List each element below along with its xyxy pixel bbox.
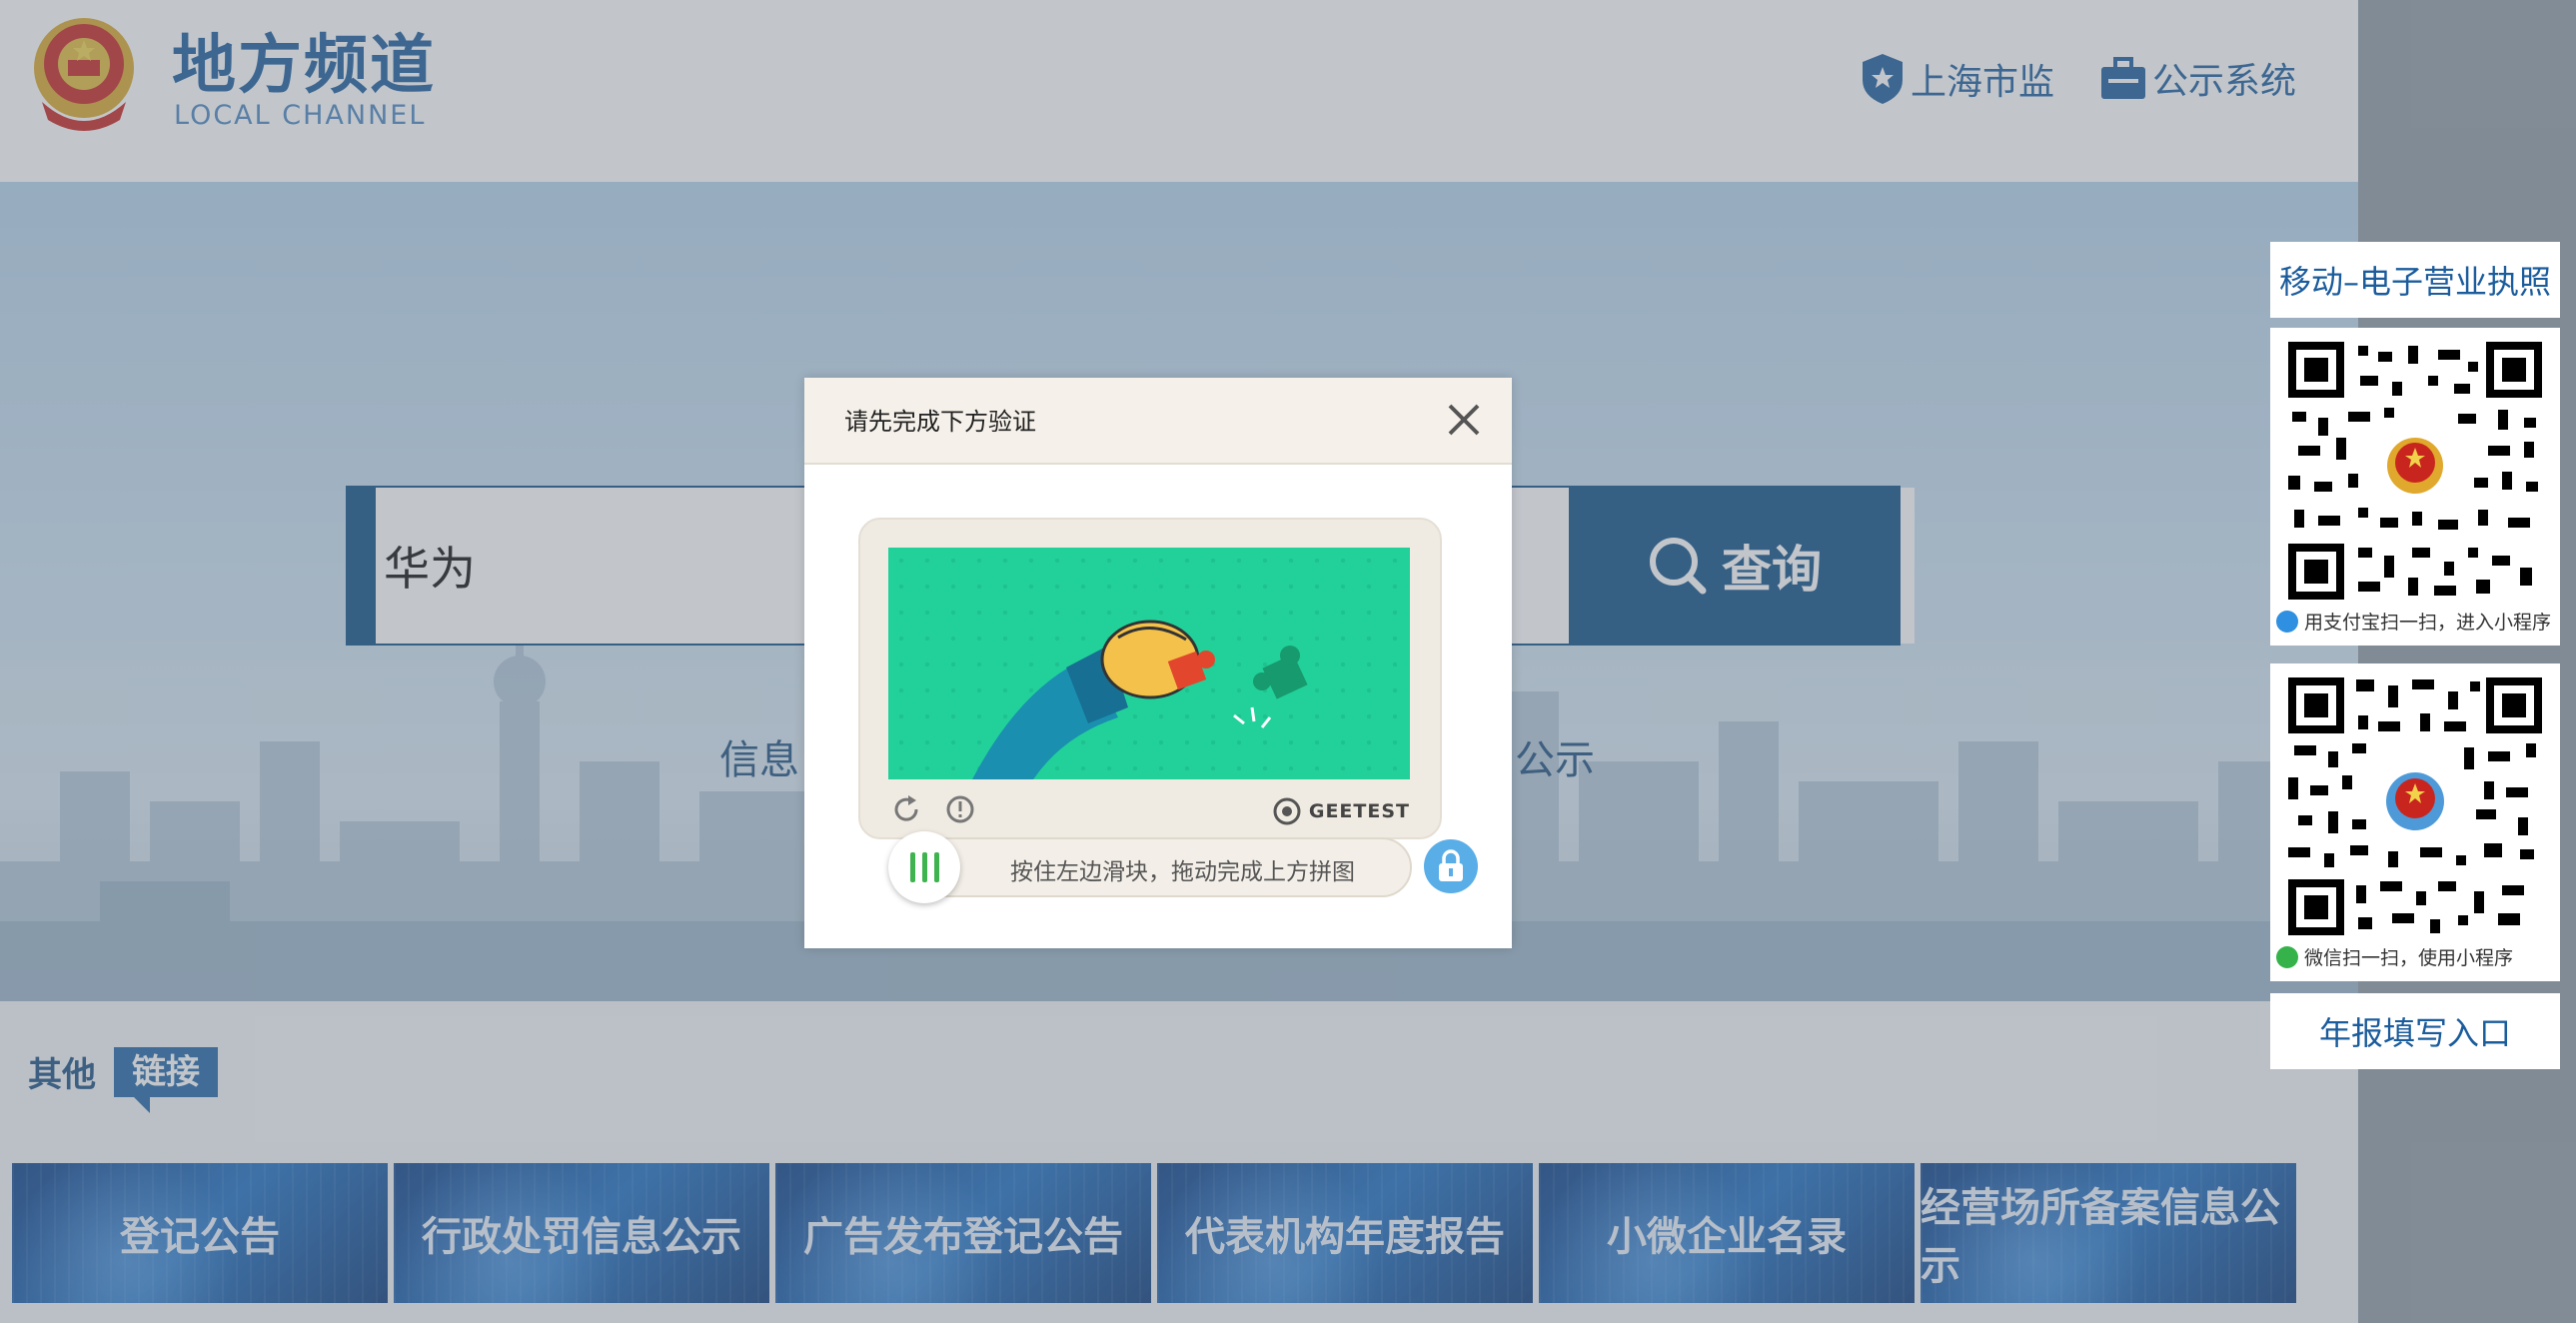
grip-line xyxy=(909,852,915,882)
wechat-qr-caption-text: 微信扫一扫，使用小程序 xyxy=(2304,947,2514,969)
captcha-puzzle-image xyxy=(888,548,1410,779)
grip-line xyxy=(933,852,939,882)
alipay-qr-code xyxy=(2288,342,2542,600)
alipay-qr-caption-text: 用支付宝扫一扫，进入小程序 xyxy=(2304,612,2552,634)
captcha-card: GEETEST xyxy=(858,518,1442,839)
slider-hint: 按住左边滑块，拖动完成上方拼图 xyxy=(1010,859,1355,885)
dialog-header: 请先完成下方验证 xyxy=(804,378,1512,465)
wechat-qr-caption: 微信扫一扫，使用小程序 xyxy=(2276,943,2513,970)
geetest-brand-text: GEETEST xyxy=(1308,800,1410,822)
alipay-qr-card: 用支付宝扫一扫，进入小程序 xyxy=(2270,328,2560,646)
feedback-icon[interactable] xyxy=(944,793,976,825)
dialog-title: 请先完成下方验证 xyxy=(844,408,1036,436)
wechat-qr-code xyxy=(2288,677,2542,935)
puzzle-hand-illustration xyxy=(972,620,1308,779)
verification-dialog: 请先完成下方验证 GEETEST 按住左边滑块，拖动完成上方拼图 xyxy=(804,378,1512,948)
slider-handle[interactable] xyxy=(888,831,960,903)
grip-line xyxy=(921,852,927,882)
wechat-qr-card: 微信扫一扫，使用小程序 xyxy=(2270,663,2560,981)
captcha-tools xyxy=(890,793,976,825)
alipay-qr-caption: 用支付宝扫一扫，进入小程序 xyxy=(2276,608,2551,635)
wechat-miniprogram-icon xyxy=(2276,945,2298,968)
captcha-slider-track: 按住左边滑块，拖动完成上方拼图 xyxy=(888,831,1412,903)
mobile-business-license-link[interactable]: 移动–电子营业执照 xyxy=(2270,242,2560,318)
lock-icon xyxy=(1424,839,1478,893)
close-icon[interactable] xyxy=(1444,400,1484,440)
geetest-logo-icon xyxy=(1273,797,1301,825)
geetest-brand: GEETEST xyxy=(1271,795,1410,827)
alipay-icon xyxy=(2276,610,2298,633)
annual-report-entry-link[interactable]: 年报填写入口 xyxy=(2270,993,2560,1069)
refresh-icon[interactable] xyxy=(890,793,922,825)
